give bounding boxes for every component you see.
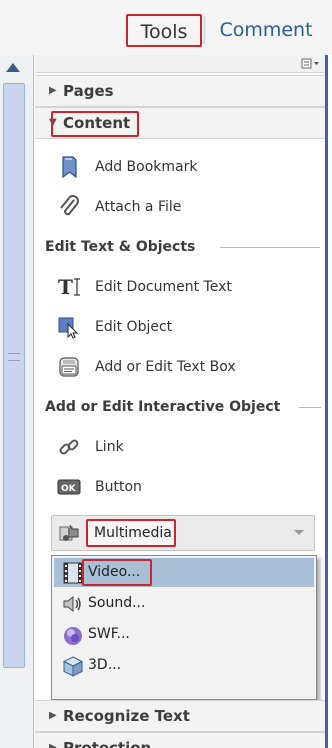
menu-item-sound-label: Sound... xyxy=(88,595,146,611)
bookmark-icon xyxy=(57,155,81,179)
scroll-grip-icon xyxy=(8,353,20,361)
tab-comment[interactable]: Comment xyxy=(210,14,322,47)
multimedia-label: Multimedia xyxy=(86,519,176,547)
interactive-group-title: Add or Edit Interactive Object xyxy=(45,399,281,415)
edit-document-text-label: Edit Document Text xyxy=(95,279,232,295)
tab-tools[interactable]: Tools xyxy=(126,14,202,47)
section-pages[interactable]: ▶ Pages xyxy=(35,75,325,107)
add-bookmark-label: Add Bookmark xyxy=(95,159,198,175)
top-tab-bar: Tools Comment xyxy=(0,0,332,55)
panel-scrollbar[interactable] xyxy=(0,55,34,748)
speaker-icon xyxy=(62,593,84,615)
attach-file-label: Attach a File xyxy=(95,199,182,215)
attach-file-item[interactable]: Attach a File xyxy=(35,187,325,227)
panel-options-bar xyxy=(35,55,325,73)
edit-text-objects-heading: Edit Text & Objects xyxy=(45,235,325,259)
edit-object-item[interactable]: Edit Object xyxy=(35,307,325,347)
menu-item-swf-label: SWF... xyxy=(88,626,130,642)
section-recognize-text[interactable]: ▶ Recognize Text xyxy=(35,700,325,732)
menu-item-sound[interactable]: Sound... xyxy=(54,589,314,618)
chevron-down-icon xyxy=(294,530,304,535)
multimedia-dropdown[interactable]: Multimedia xyxy=(51,515,315,551)
paperclip-icon xyxy=(57,195,81,219)
collapsed-arrow-icon: ▶ xyxy=(49,710,57,721)
menu-item-video[interactable]: Video... xyxy=(54,558,314,587)
content-highlight-box xyxy=(51,111,139,137)
video-highlight-box xyxy=(82,559,152,586)
text-cursor-icon: T xyxy=(57,275,81,299)
section-protection-label: Protection xyxy=(63,739,152,748)
svg-text:OK: OK xyxy=(61,484,77,494)
tools-panel: ▶ Pages ▼ Content Add Bookmark Attach a … xyxy=(35,55,325,748)
object-pointer-icon xyxy=(57,315,81,339)
interactive-object-heading: Add or Edit Interactive Object xyxy=(45,395,325,419)
edit-object-label: Edit Object xyxy=(95,319,173,335)
menu-item-3d[interactable]: 3D... xyxy=(54,651,314,680)
button-label: Button xyxy=(95,479,142,495)
text-box-icon xyxy=(57,355,81,379)
edit-group-title: Edit Text & Objects xyxy=(45,239,196,255)
edit-document-text-item[interactable]: T Edit Document Text xyxy=(35,267,325,307)
add-bookmark-item[interactable]: Add Bookmark xyxy=(35,147,325,187)
3d-cube-icon xyxy=(62,655,84,677)
scroll-thumb[interactable] xyxy=(3,83,25,668)
button-item[interactable]: OK Button xyxy=(35,467,325,507)
swf-icon xyxy=(62,624,84,646)
section-protection[interactable]: ▶ Protection xyxy=(35,732,325,748)
link-icon xyxy=(57,435,81,459)
section-recognize-text-label: Recognize Text xyxy=(63,707,190,725)
tab-separator xyxy=(204,16,205,44)
menu-item-swf[interactable]: SWF... xyxy=(54,620,314,649)
scroll-up-arrow-icon[interactable] xyxy=(6,63,20,72)
panel-options-icon[interactable] xyxy=(299,57,321,71)
section-content[interactable]: ▼ Content xyxy=(35,107,325,139)
film-icon xyxy=(62,562,84,584)
multimedia-icon xyxy=(58,522,82,546)
link-item[interactable]: Link xyxy=(35,427,325,467)
add-edit-text-box-label: Add or Edit Text Box xyxy=(95,359,236,375)
add-edit-text-box-item[interactable]: Add or Edit Text Box xyxy=(35,347,325,387)
link-label: Link xyxy=(95,439,124,455)
menu-item-3d-label: 3D... xyxy=(88,657,122,673)
heading-rule xyxy=(299,407,321,408)
heading-rule xyxy=(220,247,320,248)
collapsed-arrow-icon: ▶ xyxy=(49,85,57,96)
collapsed-arrow-icon: ▶ xyxy=(49,742,57,748)
section-pages-label: Pages xyxy=(63,82,114,100)
svg-text:T: T xyxy=(58,275,73,299)
multimedia-menu: Video... Sound... SWF... 3D... xyxy=(51,555,317,700)
panel-right-border xyxy=(325,55,328,748)
ok-button-icon: OK xyxy=(57,475,81,499)
